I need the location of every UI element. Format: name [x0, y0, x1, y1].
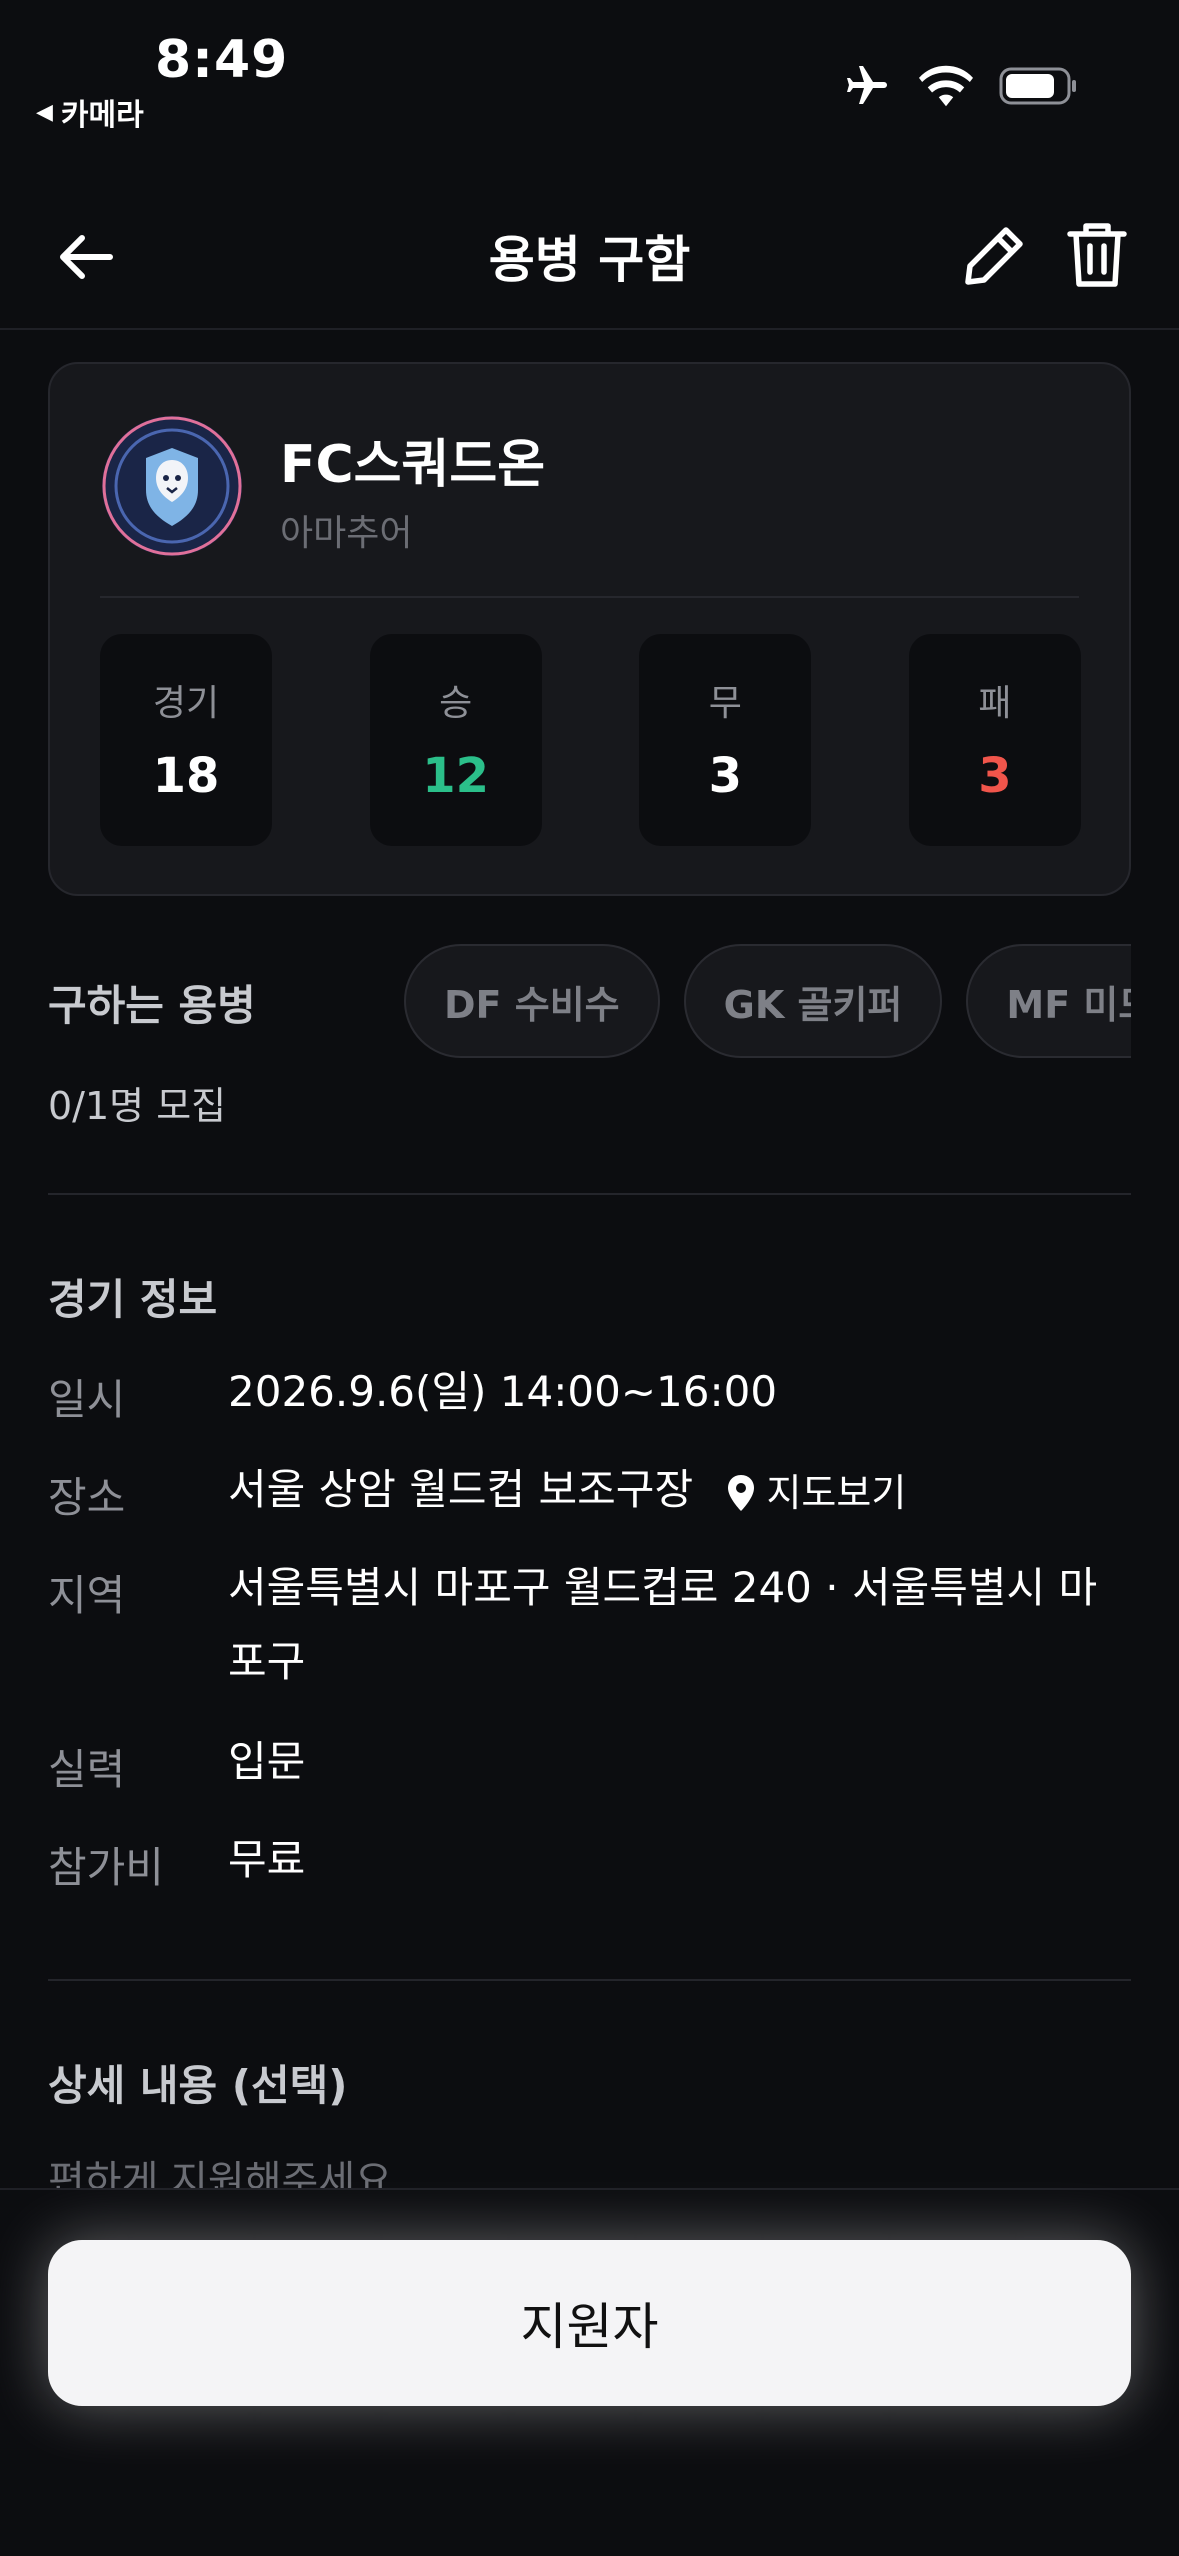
trash-icon[interactable] — [1062, 218, 1132, 292]
app-header: 용병 구함 — [0, 180, 1179, 330]
wifi-icon — [919, 65, 973, 107]
stat-value: 18 — [152, 748, 220, 804]
stat-label: 승 — [439, 683, 473, 724]
place-value: 서울 상암 월드컵 보조구장 — [228, 1465, 694, 1514]
back-triangle-icon: ◀ — [36, 99, 53, 125]
airplane-icon — [847, 66, 887, 104]
skill-value: 입문 — [228, 1737, 306, 1786]
position-chip[interactable]: GK 골키퍼 — [683, 944, 943, 1058]
applicants-button[interactable]: 지원자 — [48, 2240, 1131, 2406]
back-app-label: 카메라 — [60, 98, 144, 133]
bottom-action-bar: 지원자 — [0, 2188, 1179, 2556]
stat-label: 무 — [708, 683, 742, 724]
team-name: FC스쿼드온 — [280, 435, 546, 495]
details-title: 상세 내용 (선택) — [48, 2061, 348, 2110]
team-level: 아마추어 — [280, 513, 413, 554]
stat-label: 패 — [978, 683, 1012, 724]
position-chip[interactable]: MF 미드필더 — [966, 944, 1131, 1058]
match-info-title: 경기 정보 — [48, 1275, 218, 1324]
stat-wins: 승 12 — [369, 634, 542, 846]
recruit-count: 0/1명 모집 — [48, 1084, 227, 1128]
team-stats: 경기 18 승 12 무 3 패 3 — [100, 634, 1081, 846]
map-link-label: 지도보기 — [766, 1470, 907, 1515]
battery-icon — [999, 67, 1076, 105]
skill-label: 실력 — [48, 1745, 126, 1794]
wanted-section-title: 구하는 용병 — [48, 981, 256, 1030]
fee-label: 참가비 — [48, 1843, 164, 1892]
section-divider — [48, 1193, 1131, 1195]
back-to-app-link[interactable]: ◀ 카메라 — [36, 90, 144, 134]
card-divider — [100, 596, 1079, 598]
team-card[interactable]: FC스쿼드온 아마추어 경기 18 승 12 무 3 패 3 — [48, 362, 1131, 896]
edit-pencil-icon[interactable] — [960, 220, 1030, 290]
map-link[interactable]: 지도보기 — [726, 1456, 906, 1530]
stat-label: 경기 — [152, 683, 220, 724]
date-label: 일시 — [48, 1375, 126, 1424]
region-value-line1: 서울특별시 마포구 월드컵로 240 · 서울특별시 마 — [228, 1563, 1098, 1612]
location-pin-icon — [728, 1474, 755, 1511]
place-label: 장소 — [48, 1473, 126, 1522]
position-chips[interactable]: DF 수비수 GK 골키퍼 MF 미드필더 — [404, 944, 1131, 1062]
status-icons — [841, 62, 1079, 110]
status-time: 8:49 — [155, 30, 289, 90]
date-value: 2026.9.6(일) 14:00~16:00 — [228, 1367, 778, 1416]
stat-draws: 무 3 — [639, 634, 812, 846]
fee-value: 무료 — [228, 1835, 306, 1884]
section-divider — [48, 1979, 1131, 1981]
place-row: 서울 상암 월드컵 보조구장 지도보기 — [228, 1453, 906, 1530]
stat-losses: 패 3 — [908, 634, 1081, 846]
stat-value: 3 — [978, 748, 1012, 804]
status-bar: 8:49 ◀ 카메라 — [0, 0, 1179, 150]
stat-value: 3 — [708, 748, 743, 804]
team-logo — [102, 416, 242, 556]
region-label: 지역 — [48, 1571, 126, 1620]
region-value-line2: 포구 — [228, 1637, 306, 1686]
position-chip[interactable]: DF 수비수 — [404, 944, 660, 1058]
stat-value: 12 — [422, 748, 490, 804]
stat-games: 경기 18 — [100, 634, 272, 846]
